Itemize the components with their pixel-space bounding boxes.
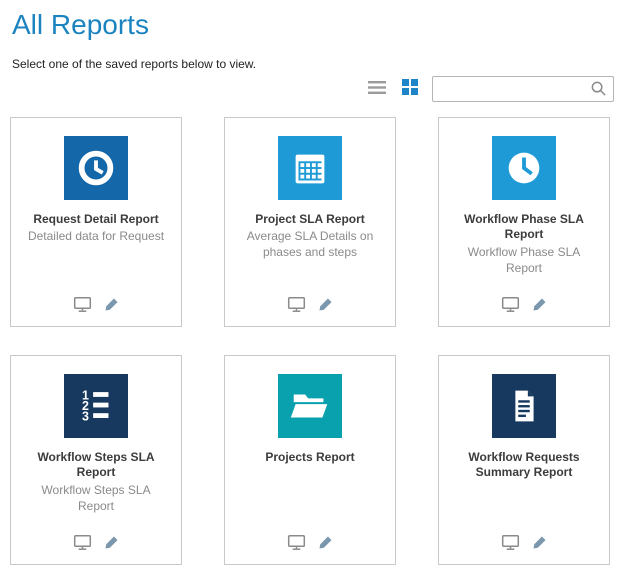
all-reports-page: All Reports Select one of the saved repo… <box>0 0 628 582</box>
list-view-icon <box>368 80 386 98</box>
report-card-title: Request Detail Report <box>23 212 168 228</box>
report-card[interactable]: Projects Report <box>224 355 396 565</box>
clock-solid-icon <box>492 136 556 200</box>
view-report-button[interactable] <box>501 534 520 554</box>
report-card[interactable]: Workflow Requests Summary Report <box>438 355 610 565</box>
clock-outline-icon <box>64 136 128 200</box>
report-card-title: Workflow Phase SLA Report <box>439 212 609 243</box>
report-card-subtitle: Workflow Steps SLA Report <box>11 483 181 514</box>
page-title: All Reports <box>12 10 618 41</box>
report-card-actions <box>225 296 395 316</box>
toolbar <box>10 75 614 103</box>
pencil-icon <box>318 297 333 315</box>
view-report-button[interactable] <box>73 534 92 554</box>
view-report-button[interactable] <box>287 534 306 554</box>
report-card-subtitle: Average SLA Details on phases and steps <box>225 229 395 260</box>
view-report-button[interactable] <box>73 296 92 316</box>
monitor-icon <box>73 534 92 554</box>
report-card-actions <box>11 296 181 316</box>
search-box <box>432 76 614 102</box>
grid-view-button[interactable] <box>400 77 420 100</box>
pencil-icon <box>104 297 119 315</box>
pencil-icon <box>532 535 547 553</box>
edit-report-button[interactable] <box>318 535 333 553</box>
report-card-title: Project SLA Report <box>245 212 375 228</box>
report-card-actions <box>439 534 609 554</box>
numbered-list-icon: 123 <box>64 374 128 438</box>
report-grid: Request Detail Report Detailed data for … <box>10 117 618 565</box>
report-card-actions <box>225 534 395 554</box>
report-card-title: Projects Report <box>255 450 364 466</box>
pencil-icon <box>318 535 333 553</box>
report-card[interactable]: Workflow Phase SLA Report Workflow Phase… <box>438 117 610 327</box>
page-subtitle: Select one of the saved reports below to… <box>12 57 618 71</box>
edit-report-button[interactable] <box>104 297 119 315</box>
view-report-button[interactable] <box>501 296 520 316</box>
view-report-button[interactable] <box>287 296 306 316</box>
pencil-icon <box>532 297 547 315</box>
edit-report-button[interactable] <box>532 535 547 553</box>
report-card-subtitle: Workflow Phase SLA Report <box>439 245 609 276</box>
monitor-icon <box>501 296 520 316</box>
document-icon <box>492 374 556 438</box>
search-icon[interactable] <box>590 80 607 97</box>
report-card[interactable]: 123 Workflow Steps SLA Report Workflow S… <box>10 355 182 565</box>
report-card[interactable]: Project SLA Report Average SLA Details o… <box>224 117 396 327</box>
report-card-actions <box>439 296 609 316</box>
list-view-button[interactable] <box>366 78 388 100</box>
edit-report-button[interactable] <box>104 535 119 553</box>
svg-text:3: 3 <box>82 409 89 423</box>
report-card-title: Workflow Steps SLA Report <box>11 450 181 481</box>
monitor-icon <box>287 534 306 554</box>
monitor-icon <box>501 534 520 554</box>
grid-view-icon <box>402 79 418 98</box>
report-card-actions <box>11 534 181 554</box>
calendar-icon <box>278 136 342 200</box>
report-card-title: Workflow Requests Summary Report <box>439 450 609 481</box>
monitor-icon <box>287 296 306 316</box>
search-input[interactable] <box>441 81 590 97</box>
report-card[interactable]: Request Detail Report Detailed data for … <box>10 117 182 327</box>
folder-icon <box>278 374 342 438</box>
pencil-icon <box>104 535 119 553</box>
edit-report-button[interactable] <box>318 297 333 315</box>
monitor-icon <box>73 296 92 316</box>
report-card-subtitle: Detailed data for Request <box>16 229 176 245</box>
edit-report-button[interactable] <box>532 297 547 315</box>
